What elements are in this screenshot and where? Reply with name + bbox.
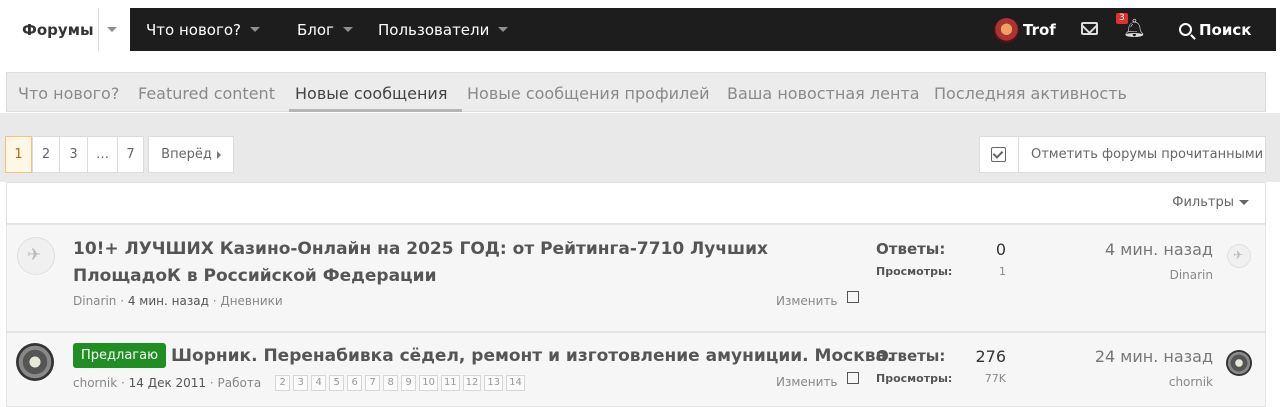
checkbox-checked-icon bbox=[991, 147, 1006, 162]
avatar bbox=[994, 17, 1019, 43]
thread-title-container: Предлагаю Шорник. Перенабивка сёдел, ремо… bbox=[73, 343, 893, 370]
edit-control: Изменить bbox=[776, 291, 859, 308]
active-tab-underline bbox=[289, 109, 462, 112]
replies-label: Ответы: bbox=[876, 347, 946, 365]
thread-page-link[interactable]: 9 bbox=[401, 375, 417, 391]
thread-page-link[interactable]: 14 bbox=[506, 375, 525, 391]
thread-page-link[interactable]: 4 bbox=[311, 375, 327, 391]
thread-page-link[interactable]: 2 bbox=[275, 375, 291, 391]
page-2[interactable]: 2 bbox=[32, 136, 60, 173]
thread-date[interactable]: 4 мин. назад bbox=[128, 294, 209, 308]
chevron-down-icon[interactable] bbox=[107, 27, 117, 32]
chevron-right-icon bbox=[216, 150, 221, 159]
edit-control: Изменить bbox=[776, 372, 859, 389]
nav-blog[interactable]: Блог bbox=[297, 8, 353, 51]
thread-page-links: 2 3 4 5 6 7 8 9 10 11 12 13 14 bbox=[275, 375, 528, 391]
nav-whats-new[interactable]: Что нового? bbox=[146, 8, 260, 51]
next-page-button[interactable]: Вперёд bbox=[148, 136, 234, 173]
sub-navigation: Что нового? Featured content Новые сообщ… bbox=[6, 72, 1266, 112]
chevron-down-icon[interactable] bbox=[498, 27, 509, 32]
views-label: Просмотры: bbox=[876, 372, 953, 385]
thread-page-link[interactable]: 13 bbox=[484, 375, 504, 391]
last-post-user[interactable]: Dinarin bbox=[1067, 268, 1213, 282]
thread-page-link[interactable]: 3 bbox=[293, 375, 309, 391]
thread-title[interactable]: Шорник. Перенабивка сёдел, ремонт и изго… bbox=[171, 346, 893, 366]
select-checkbox[interactable] bbox=[846, 291, 859, 303]
thread-page-link[interactable]: 10 bbox=[419, 375, 438, 391]
username: Trof bbox=[1023, 21, 1056, 39]
replies-count: 276 bbox=[975, 347, 1006, 366]
thread-page-link[interactable]: 6 bbox=[347, 375, 363, 391]
user-menu[interactable]: Trof bbox=[994, 16, 1056, 44]
replies-count: 0 bbox=[995, 240, 1006, 259]
replies-label: Ответы: bbox=[876, 240, 946, 258]
thread-prefix-badge[interactable]: Предлагаю bbox=[73, 343, 167, 368]
last-poster-avatar[interactable] bbox=[1227, 244, 1251, 268]
page-1[interactable]: 1 bbox=[5, 136, 32, 173]
views-count: 1 bbox=[999, 265, 1006, 278]
inbox-icon[interactable] bbox=[1081, 22, 1098, 35]
mark-forums-read-button[interactable]: Отметить форумы прочитанными bbox=[979, 136, 1266, 173]
avatar[interactable] bbox=[16, 343, 54, 381]
filter-bar: Фильтры bbox=[6, 182, 1266, 224]
thread-author[interactable]: Dinarin bbox=[73, 294, 116, 308]
chevron-down-icon[interactable] bbox=[342, 27, 353, 32]
thread-meta: Dinarin · 4 мин. назад · Дневники bbox=[73, 294, 283, 308]
avatar[interactable] bbox=[17, 237, 55, 275]
thread-page-link[interactable]: 12 bbox=[462, 375, 482, 391]
thread-date[interactable]: 14 Дек 2011 bbox=[129, 376, 206, 390]
thread-page-link[interactable]: 8 bbox=[383, 375, 399, 391]
thread-title[interactable]: 10!+ ЛУЧШИХ Казино-Онлайн на 2025 ГОД: о… bbox=[73, 236, 863, 290]
chevron-down-icon[interactable] bbox=[250, 27, 260, 32]
subnav-featured-content[interactable]: Featured content bbox=[138, 84, 275, 103]
subnav-whats-new[interactable]: Что нового? bbox=[18, 84, 119, 103]
edit-link[interactable]: Изменить bbox=[776, 294, 838, 308]
last-poster-avatar[interactable] bbox=[1226, 350, 1252, 376]
search-icon bbox=[1179, 23, 1192, 36]
thread-page-link[interactable]: 11 bbox=[440, 375, 460, 391]
thread-forum[interactable]: Работа bbox=[218, 376, 262, 390]
subnav-new-posts[interactable]: Новые сообщения bbox=[295, 84, 447, 103]
top-navigation: Форумы Что нового? Блог Пользователи Tro… bbox=[6, 8, 1276, 51]
views-count: 77K bbox=[984, 372, 1006, 385]
last-post-user[interactable]: chornik bbox=[1067, 375, 1213, 389]
subnav-news-feed[interactable]: Ваша новостная лента bbox=[727, 84, 920, 103]
chevron-down-icon bbox=[1239, 200, 1249, 205]
select-checkbox[interactable] bbox=[846, 372, 859, 384]
tab-forums-label: Форумы bbox=[22, 20, 94, 39]
tab-forums[interactable]: Форумы bbox=[6, 8, 130, 51]
thread-row: 10!+ ЛУЧШИХ Казино-Онлайн на 2025 ГОД: о… bbox=[6, 224, 1266, 332]
thread-meta: chornik · 14 Дек 2011 · Работа 234567891… bbox=[73, 375, 528, 391]
thread-page-link[interactable]: 7 bbox=[365, 375, 381, 391]
page-3[interactable]: 3 bbox=[59, 136, 88, 173]
search-button[interactable]: Поиск bbox=[1179, 8, 1251, 51]
filters-button[interactable]: Фильтры bbox=[1172, 195, 1249, 210]
views-label: Просмотры: bbox=[876, 265, 953, 278]
last-post-time[interactable]: 4 мин. назад bbox=[1067, 240, 1213, 259]
subnav-new-profile-posts[interactable]: Новые сообщения профилей bbox=[467, 84, 710, 103]
last-post-time[interactable]: 24 мин. назад bbox=[1067, 347, 1213, 366]
thread-author[interactable]: chornik bbox=[73, 376, 117, 390]
subnav-latest-activity[interactable]: Последняя активность bbox=[934, 84, 1127, 103]
thread-row: Предлагаю Шорник. Перенабивка сёдел, ремо… bbox=[6, 332, 1266, 407]
nav-users[interactable]: Пользователи bbox=[378, 8, 509, 51]
edit-link[interactable]: Изменить bbox=[776, 375, 838, 389]
page-7[interactable]: 7 bbox=[117, 136, 144, 173]
thread-page-link[interactable]: 5 bbox=[329, 375, 345, 391]
thread-forum[interactable]: Дневники bbox=[220, 294, 282, 308]
page-ellipsis[interactable]: … bbox=[87, 136, 118, 173]
alerts-badge: 3 bbox=[1116, 13, 1128, 24]
